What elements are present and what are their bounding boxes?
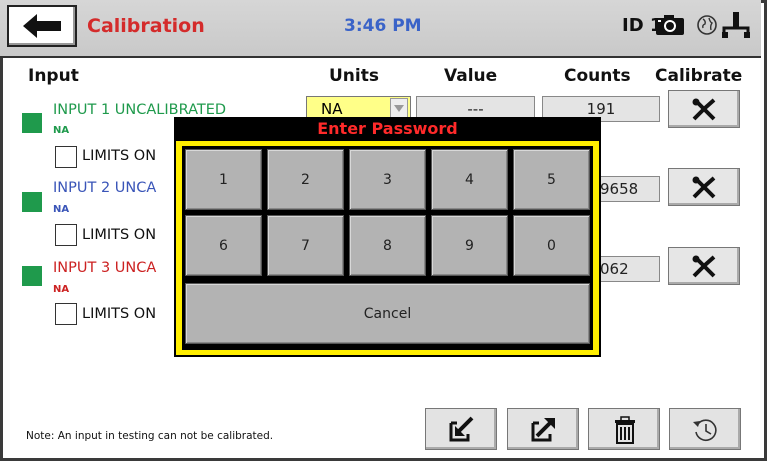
input-2-limits-checkbox[interactable] [55, 224, 77, 246]
wrench-icon [692, 176, 716, 199]
usb-icon[interactable] [722, 11, 752, 39]
key-9[interactable]: 9 [431, 215, 508, 276]
input-1-limits-checkbox[interactable] [55, 146, 77, 168]
input-1-unit: NA [53, 125, 70, 136]
key-4[interactable]: 4 [431, 149, 508, 210]
trash-icon [615, 416, 635, 444]
col-input-header: Input [28, 66, 79, 86]
input-2-counts: 9658 [595, 176, 660, 202]
input-1-limits-label: LIMITS ON [82, 148, 157, 164]
col-counts-header: Counts [564, 66, 631, 86]
key-5[interactable]: 5 [513, 149, 590, 210]
input-2-calibrate-button[interactable] [668, 168, 740, 206]
back-arrow-icon [23, 14, 61, 38]
input-1-status-indicator [22, 113, 42, 133]
input-2-unit: NA [53, 204, 70, 215]
keypad: 1 2 3 4 5 6 7 8 9 0 Cancel [182, 146, 593, 350]
key-8[interactable]: 8 [349, 215, 426, 276]
key-3[interactable]: 3 [349, 149, 426, 210]
clock: 3:46 PM [344, 16, 422, 36]
input-3-limits-label: LIMITS ON [82, 306, 157, 322]
wrench-icon [692, 98, 716, 121]
export-button[interactable] [507, 408, 579, 450]
input-2-limits-label: LIMITS ON [82, 227, 157, 243]
col-units-header: Units [329, 66, 379, 86]
col-calibrate-header: Calibrate [655, 66, 743, 86]
dialog-title: Enter Password [317, 119, 458, 138]
wrench-icon [692, 255, 716, 278]
cancel-button[interactable]: Cancel [185, 283, 590, 344]
dialog-border: 1 2 3 4 5 6 7 8 9 0 Cancel [176, 141, 599, 355]
chevron-down-icon[interactable] [390, 98, 408, 118]
header-bar: Calibration 3:46 PM ID 1 [0, 0, 761, 58]
input-1-label[interactable]: INPUT 1 UNCALIBRATED [53, 102, 226, 118]
footer-note: Note: An input in testing can not be cal… [26, 430, 274, 442]
input-2-status-indicator [22, 192, 42, 212]
col-value-header: Value [444, 66, 498, 86]
camera-icon[interactable] [655, 14, 685, 36]
input-3-limits-checkbox[interactable] [55, 303, 77, 325]
export-icon [531, 418, 555, 442]
input-1-units-value: NA [321, 100, 343, 118]
input-3-calibrate-button[interactable] [668, 247, 740, 285]
input-2-label[interactable]: INPUT 2 UNCA [53, 180, 156, 196]
key-0[interactable]: 0 [513, 215, 590, 276]
back-button[interactable] [7, 5, 77, 47]
key-6[interactable]: 6 [185, 215, 262, 276]
key-1[interactable]: 1 [185, 149, 262, 210]
globe-icon[interactable] [697, 15, 717, 35]
input-1-calibrate-button[interactable] [668, 90, 740, 128]
key-2[interactable]: 2 [267, 149, 344, 210]
password-dialog: Enter Password 1 2 3 4 5 6 7 8 9 0 Cance… [174, 117, 601, 357]
import-button[interactable] [425, 408, 497, 450]
input-3-unit: NA [53, 284, 70, 295]
input-3-status-indicator [22, 266, 42, 286]
history-button[interactable] [669, 408, 741, 450]
input-3-counts: 062 [595, 256, 660, 282]
key-7[interactable]: 7 [267, 215, 344, 276]
import-icon [449, 416, 474, 442]
page-title: Calibration [87, 15, 205, 37]
history-icon [693, 419, 717, 441]
delete-button[interactable] [588, 408, 660, 450]
input-3-label[interactable]: INPUT 3 UNCA [53, 260, 156, 276]
